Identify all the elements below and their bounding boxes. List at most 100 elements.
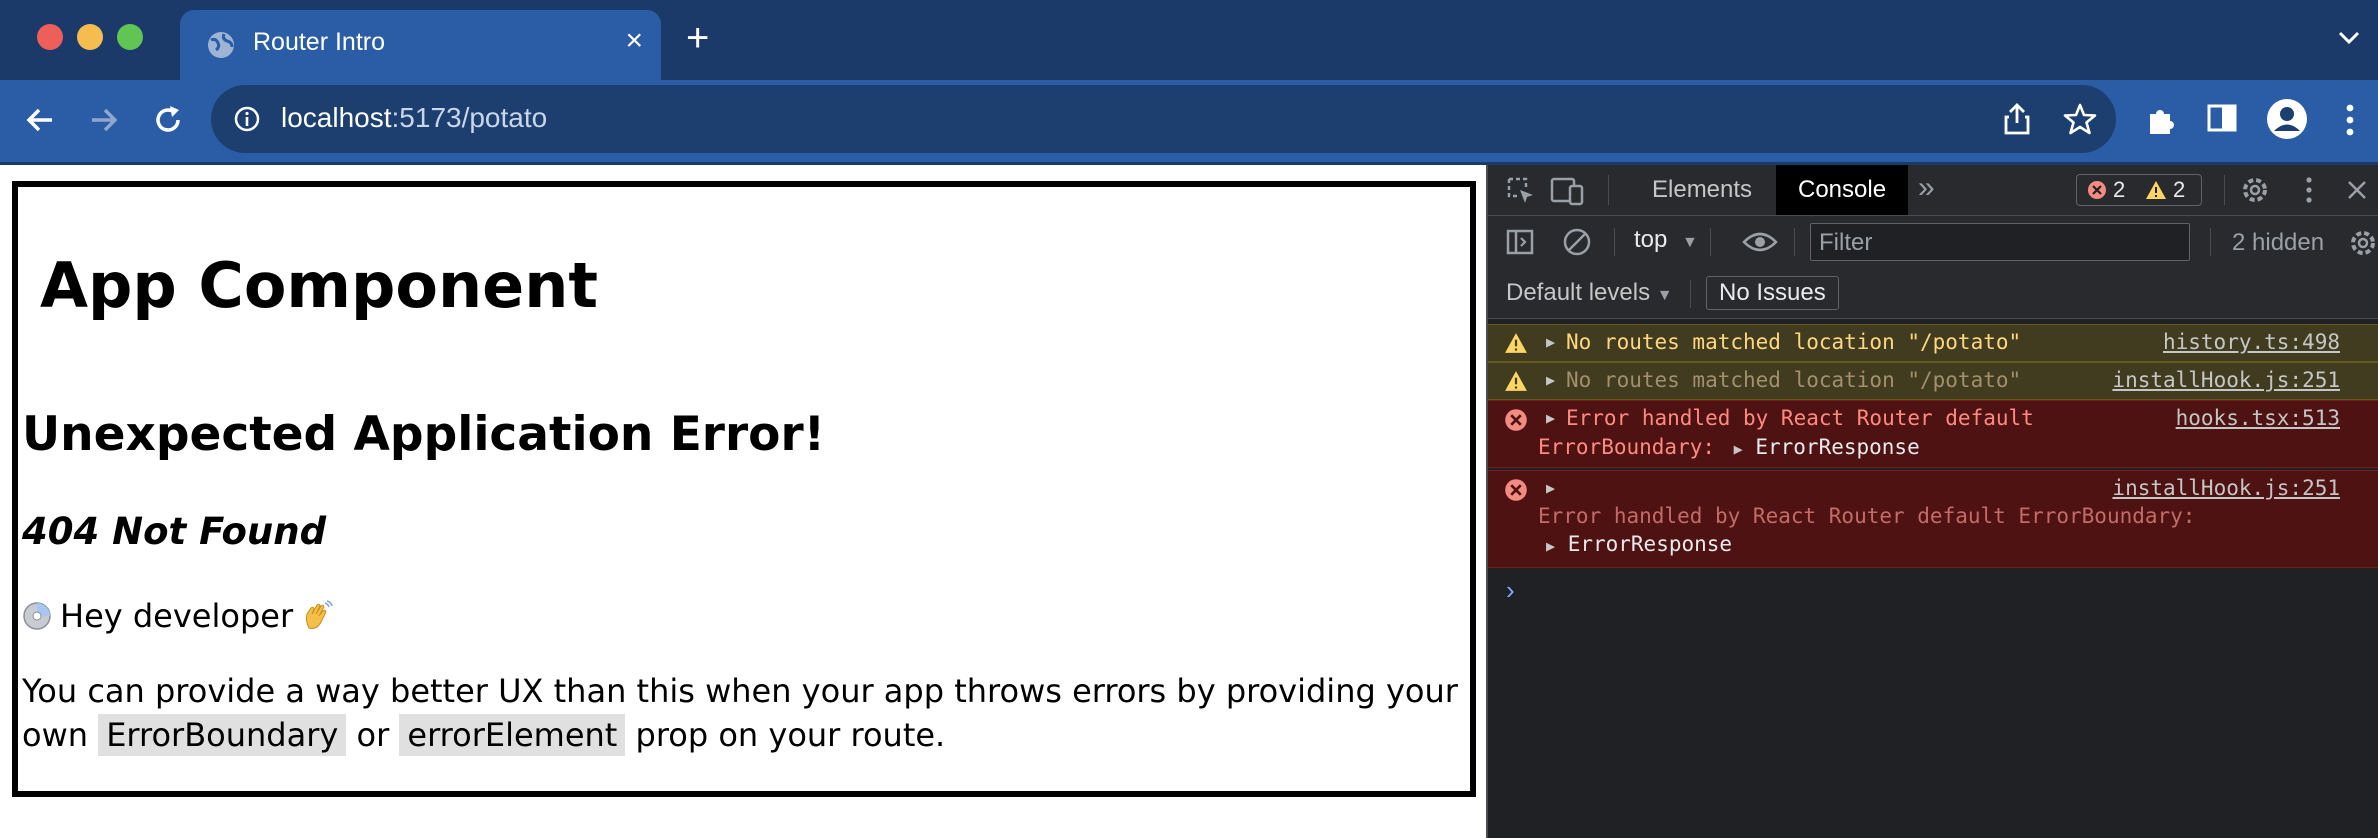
console-message-error[interactable]: ▶ Error handled by React Router default … <box>1488 470 2378 568</box>
settings-icon[interactable] <box>2240 175 2270 205</box>
context-dropdown-icon: ▼ <box>1682 234 1698 251</box>
hidden-count: 2 hidden <box>2232 229 2325 256</box>
tab-divider <box>1608 175 1609 205</box>
minimize-window-button[interactable] <box>77 24 103 50</box>
back-icon[interactable] <box>22 102 58 138</box>
error-count: 2 <box>2113 177 2126 202</box>
console-message-warning[interactable]: ▶ No routes matched location "/potato" i… <box>1488 362 2378 400</box>
no-issues-button[interactable]: No Issues <box>1706 276 1839 310</box>
message-object-line: ▶ ErrorResponse <box>1546 532 1732 556</box>
waving-hand-icon <box>305 600 333 629</box>
expand-triangle-icon[interactable]: ▶ <box>1734 440 1743 458</box>
toolbar-divider <box>1794 228 1795 256</box>
inspect-icon[interactable] <box>1506 176 1536 206</box>
zoom-window-button[interactable] <box>117 24 143 50</box>
message-source-link[interactable]: installHook.js:251 <box>2112 368 2340 392</box>
error-icon <box>2088 181 2106 199</box>
expand-triangle-icon[interactable]: ▶ <box>1546 479 1555 497</box>
message-source-link[interactable]: installHook.js:251 <box>2112 476 2340 500</box>
close-icon[interactable] <box>2346 179 2368 201</box>
tab-divider <box>2224 175 2225 205</box>
developer-message: Hey developer <box>22 597 333 635</box>
console-message-warning[interactable]: ▶ No routes matched location "/potato" h… <box>1488 324 2378 362</box>
warning-icon <box>1505 333 1527 353</box>
tab-search-chevron-icon[interactable] <box>2338 30 2360 46</box>
url-text: localhost:5173/potato <box>281 102 547 134</box>
default-levels-dropdown[interactable]: Default levels ▼ <box>1506 279 1673 307</box>
error-icon <box>1505 479 1527 501</box>
tab-console[interactable]: Console <box>1776 165 1909 215</box>
ux-hint: You can provide a way better UX than thi… <box>22 669 1462 757</box>
profile-icon[interactable] <box>2266 98 2308 140</box>
tab-elements[interactable]: Elements <box>1652 165 1752 215</box>
toolbar-divider <box>2210 228 2211 256</box>
app-container: App Component Unexpected Application Err… <box>12 181 1476 797</box>
url-path: :5173/potato <box>391 102 548 133</box>
disc-icon <box>23 602 51 630</box>
warning-icon <box>1505 371 1527 391</box>
message-text-continued: ErrorBoundary: ▶ ErrorResponse <box>1538 435 1920 459</box>
device-icon[interactable] <box>1550 176 1584 206</box>
eye-icon[interactable] <box>1742 230 1778 254</box>
page-viewport: App Component Unexpected Application Err… <box>0 165 1486 838</box>
forward-icon[interactable] <box>86 102 122 138</box>
devtools-panel: Elements Console » 2 2 top ▼ Filter 2 hi… <box>1486 165 2378 838</box>
hey-text: Hey developer <box>60 597 294 635</box>
message-source-link[interactable]: history.ts:498 <box>2163 330 2340 354</box>
context-label: top <box>1634 226 1668 253</box>
sidebar-icon[interactable] <box>1506 228 1534 256</box>
tab-title: Router Intro <box>253 28 386 56</box>
browser-tab[interactable]: Router Intro × <box>180 10 661 80</box>
error-status: 404 Not Found <box>22 510 327 553</box>
browser-toolbar: localhost:5173/potato <box>0 80 2378 162</box>
address-bar[interactable]: localhost:5173/potato <box>211 85 2116 153</box>
toolbar-divider <box>1710 228 1711 256</box>
side-panel-icon[interactable] <box>2206 102 2238 134</box>
issue-counter[interactable]: 2 2 <box>2076 174 2202 206</box>
error-title: Unexpected Application Error! <box>22 407 826 462</box>
browser-titlebar: Router Intro × + <box>0 0 2378 80</box>
star-icon[interactable] <box>2063 102 2097 136</box>
code-error-element: errorElement <box>399 714 626 756</box>
ux-text-after: prop on your route. <box>625 716 946 754</box>
context-selector[interactable]: top ▼ <box>1634 226 1698 254</box>
levels-bar: Default levels ▼ No Issues <box>1488 268 2378 319</box>
default-levels-label: Default levels <box>1506 279 1651 306</box>
console-prompt[interactable]: › <box>1506 575 1515 606</box>
levels-dropdown-icon: ▼ <box>1656 287 1673 304</box>
error-response-object[interactable]: ErrorResponse <box>1568 532 1732 556</box>
more-tabs-icon[interactable]: » <box>1918 173 1935 203</box>
message-text: No routes matched location "/potato" <box>1566 368 2022 392</box>
close-window-button[interactable] <box>37 24 63 50</box>
clear-icon[interactable] <box>1562 227 1592 257</box>
error-icon <box>1505 409 1527 431</box>
console-message-error[interactable]: ▶ Error handled by React Router default … <box>1488 400 2378 468</box>
error-response-object[interactable]: ErrorResponse <box>1755 435 1919 459</box>
new-tab-button[interactable]: + <box>686 18 709 58</box>
message-source-link[interactable]: hooks.tsx:513 <box>2176 406 2340 430</box>
menu-icon[interactable] <box>2344 102 2356 138</box>
devtools-tabbar: Elements Console » 2 2 <box>1488 165 2378 216</box>
warning-icon <box>2146 181 2166 199</box>
message-text: Error handled by React Router default Er… <box>1538 504 2196 528</box>
message-text: Error handled by React Router default <box>1566 406 2034 430</box>
filter-input[interactable]: Filter <box>1810 223 2190 261</box>
extensions-icon[interactable] <box>2144 102 2178 136</box>
ux-text-middle: or <box>346 716 400 754</box>
message-text: No routes matched location "/potato" <box>1566 330 2022 354</box>
tab-close-icon[interactable]: × <box>625 26 643 56</box>
console-settings-icon[interactable] <box>2348 228 2378 258</box>
toolbar-divider <box>1614 228 1615 256</box>
share-icon[interactable] <box>2001 102 2033 136</box>
expand-triangle-icon[interactable]: ▶ <box>1546 409 1555 427</box>
globe-icon <box>208 32 234 58</box>
message-prefix: ErrorBoundary: <box>1538 435 1716 459</box>
devtools-menu-icon[interactable] <box>2304 175 2314 205</box>
expand-triangle-icon[interactable]: ▶ <box>1546 537 1555 555</box>
expand-triangle-icon[interactable]: ▶ <box>1546 333 1555 351</box>
reload-icon[interactable] <box>150 102 186 138</box>
console-toolbar: top ▼ Filter 2 hidden <box>1488 216 2378 268</box>
info-icon[interactable] <box>233 105 261 133</box>
code-error-boundary: ErrorBoundary <box>98 714 347 756</box>
expand-triangle-icon[interactable]: ▶ <box>1546 371 1555 389</box>
